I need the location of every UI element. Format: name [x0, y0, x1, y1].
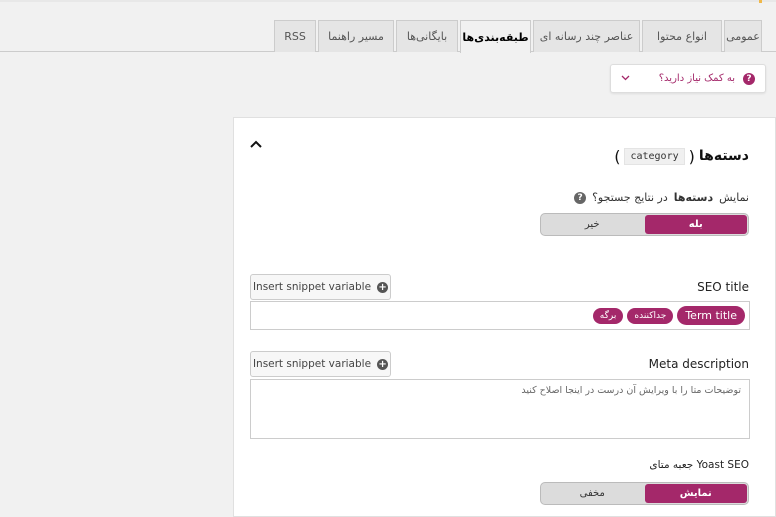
help-question-icon[interactable]: ?	[574, 191, 587, 204]
toggle-no[interactable]: خیر	[541, 214, 644, 235]
chevron-up-icon	[250, 140, 262, 148]
section-title-text: دسته‌ها	[698, 148, 749, 164]
insert-snippet-button-meta[interactable]: Insert snippet variable +	[250, 351, 391, 377]
snippet-button-label: Insert snippet variable	[252, 281, 372, 293]
insert-snippet-button-title[interactable]: Insert snippet variable +	[250, 274, 391, 300]
help-button[interactable]: به کمک نیاز دارید؟ ?	[610, 64, 766, 93]
collapse-button[interactable]	[250, 136, 262, 152]
question-suffix: در نتایج جستجو؟	[592, 191, 668, 204]
tab-breadcrumbs[interactable]: مسیر راهنما	[318, 20, 394, 52]
variable-pill[interactable]: Term title	[677, 306, 745, 325]
taxonomy-slug: category	[624, 147, 685, 165]
tab-rss[interactable]: RSS	[274, 20, 316, 52]
plus-circle-icon: +	[377, 358, 389, 370]
tab-media[interactable]: عناصر چند رسانه ای	[533, 20, 640, 52]
chevron-down-icon	[621, 73, 630, 84]
help-label: به کمک نیاز دارید؟	[658, 73, 735, 84]
question-icon: ?	[743, 72, 755, 85]
tab-archives[interactable]: بایگانی‌ها	[396, 20, 458, 52]
seo-title-input[interactable]: Term title جداکننده برگه	[250, 301, 750, 330]
question-prefix: نمایش	[719, 191, 749, 204]
seo-title-label: SEO title	[697, 280, 749, 294]
tab-bar: عمومی انواع محتوا عناصر چند رسانه ای طبق…	[0, 0, 776, 53]
toggle-hide[interactable]: مخفی	[541, 483, 644, 504]
tab-general[interactable]: عمومی	[724, 20, 762, 52]
snippet-button-label: Insert snippet variable	[252, 358, 372, 370]
yoast-box-label: جعبه متای Yoast SEO	[649, 459, 749, 471]
meta-placeholder: توضیحات متا را با ویرایش آن درست در اینج…	[521, 385, 741, 396]
yoast-box-toggle[interactable]: مخفی نمایش	[540, 482, 749, 505]
meta-description-label: Meta description	[648, 357, 749, 371]
meta-description-input[interactable]: توضیحات متا را با ویرایش آن درست در اینج…	[250, 379, 750, 439]
section-title: ( category ) دسته‌ها	[614, 146, 749, 166]
tab-taxonomies[interactable]: طبقه‌بندی‌ها	[460, 20, 531, 53]
search-visibility-question: نمایش دسته‌ها در نتایج جستجو؟ ?	[574, 191, 749, 204]
plus-circle-icon: +	[377, 281, 389, 293]
search-visibility-toggle[interactable]: خیر بله	[540, 213, 749, 236]
toggle-show[interactable]: نمایش	[644, 484, 747, 503]
question-bold: دسته‌ها	[673, 191, 714, 204]
toggle-yes[interactable]: بله	[644, 215, 747, 234]
variable-pill[interactable]: برگه	[592, 307, 624, 324]
variable-pill[interactable]: جداکننده	[627, 307, 674, 324]
tab-content-types[interactable]: انواع محتوا	[642, 20, 722, 52]
